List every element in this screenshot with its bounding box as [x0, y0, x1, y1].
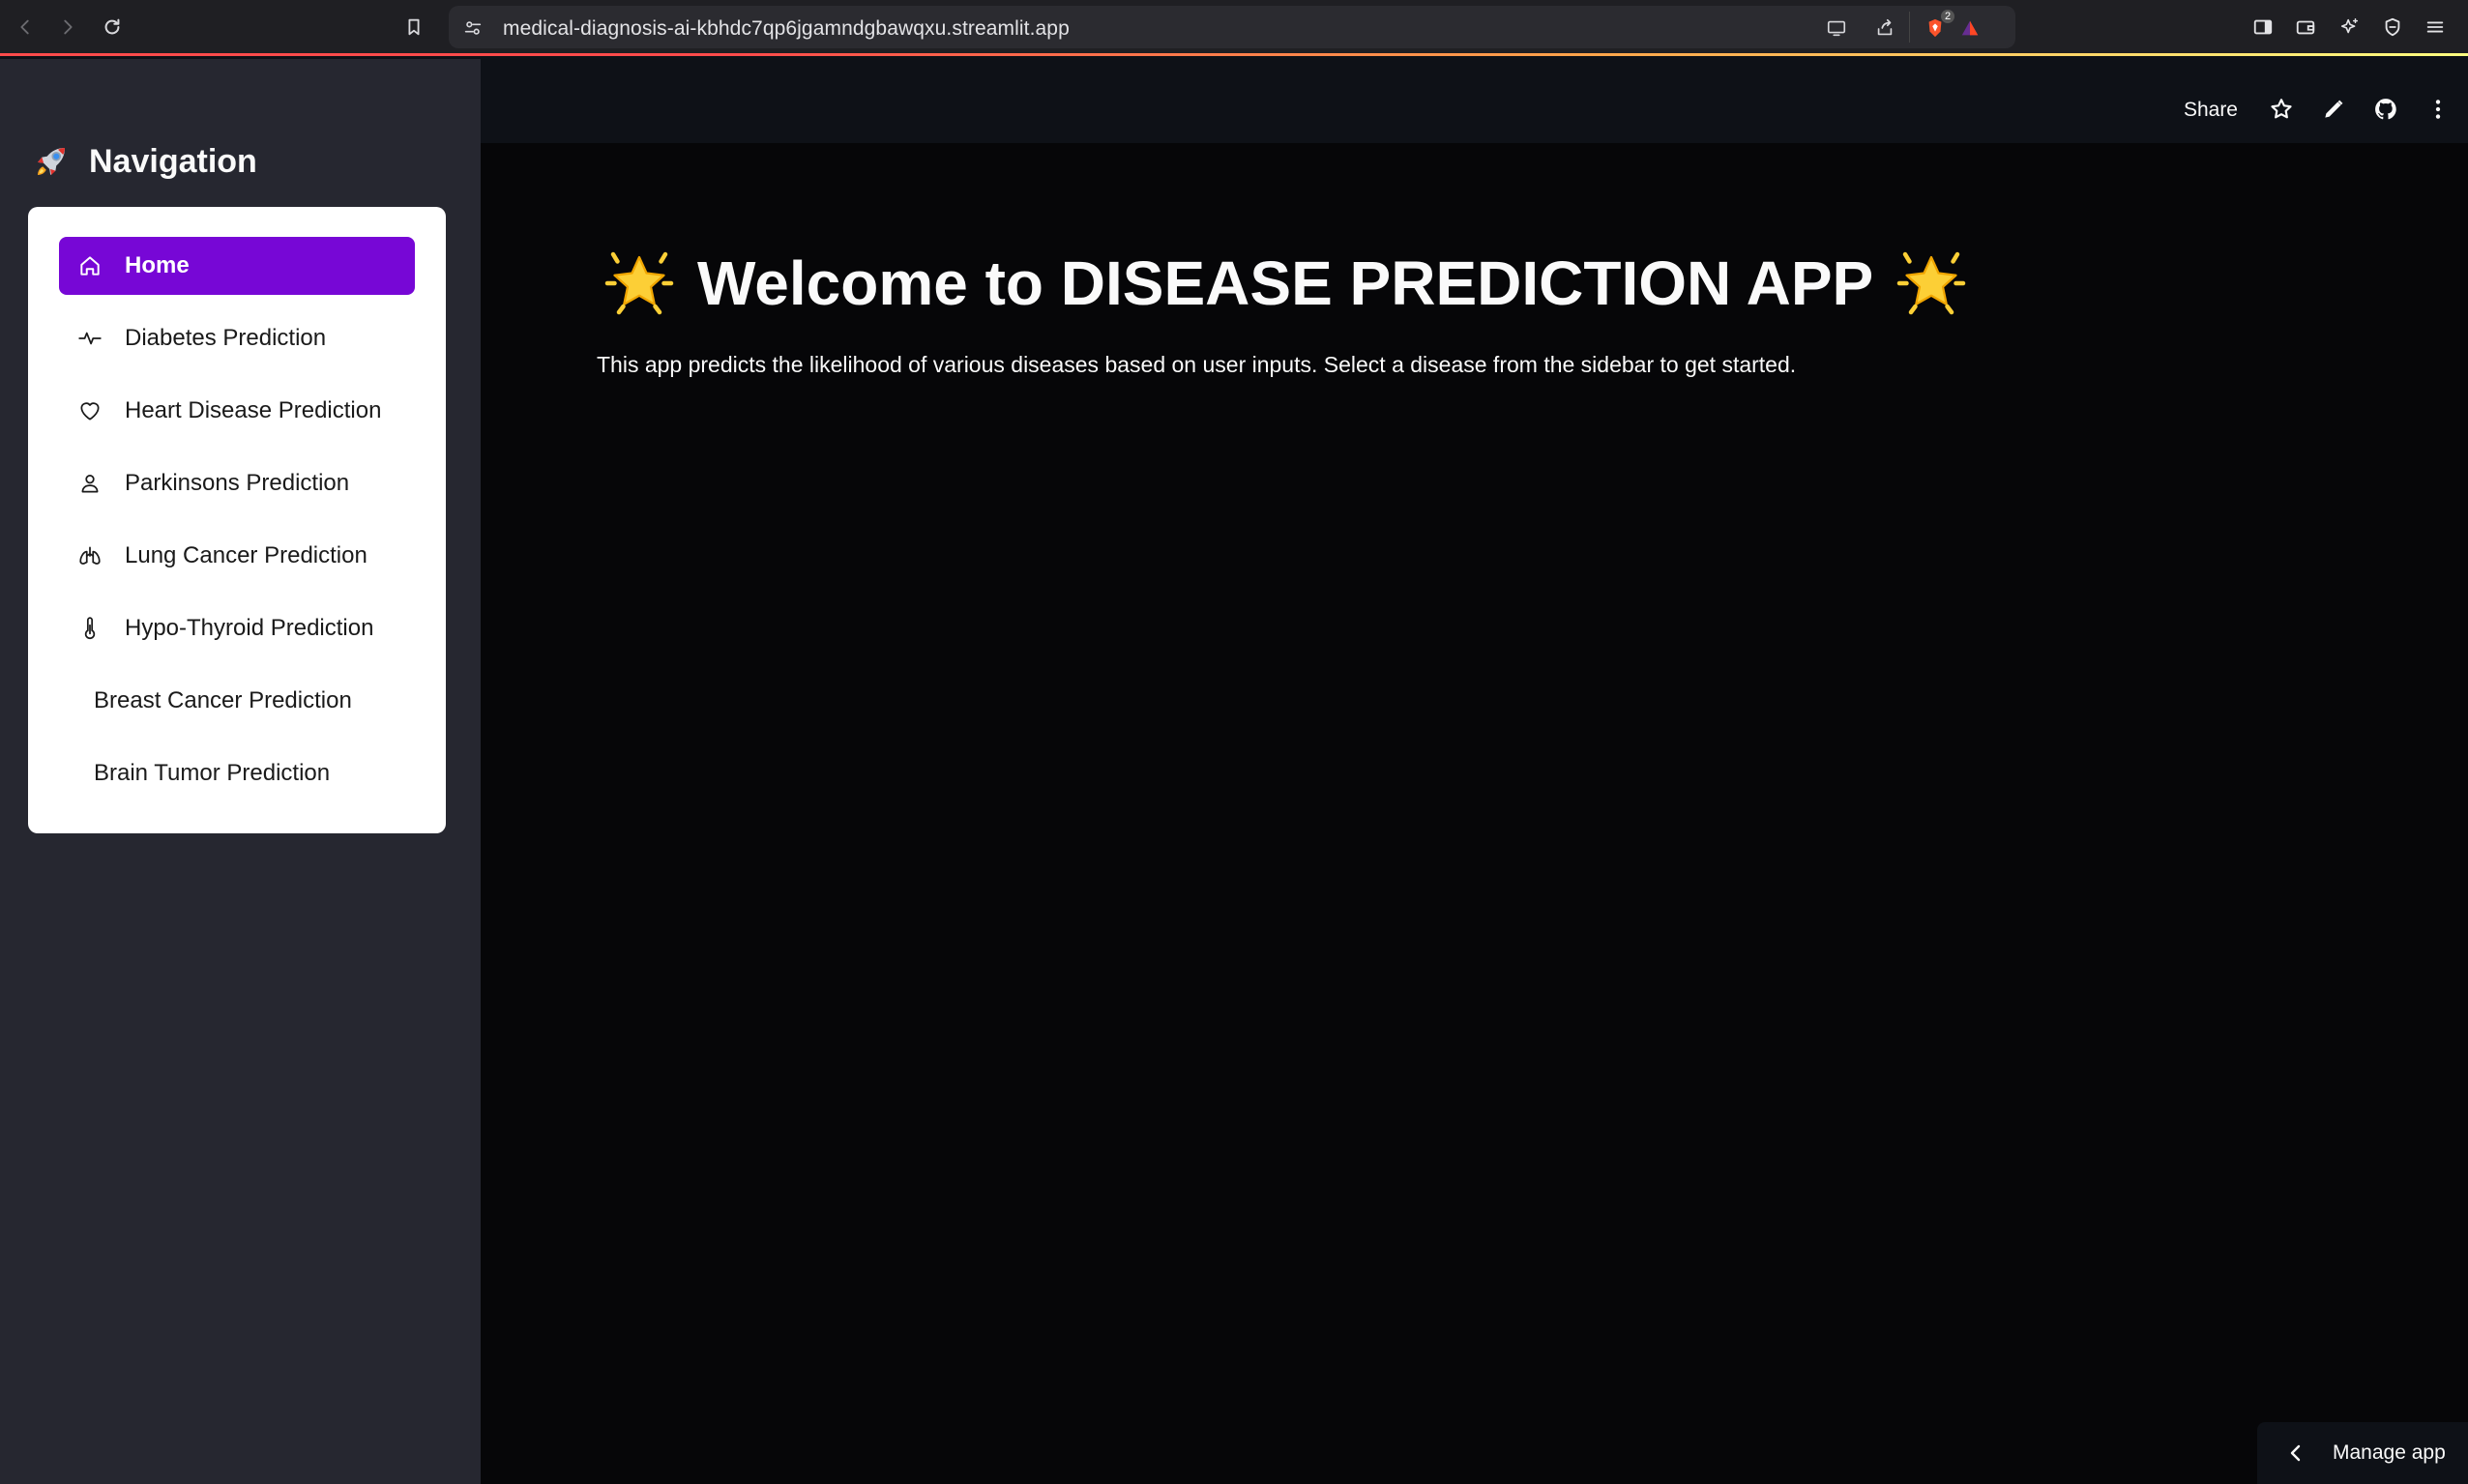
sidebar-item-label: Lung Cancer Prediction	[125, 542, 367, 568]
chevron-left-icon	[2290, 1444, 2301, 1462]
pencil-icon	[2325, 100, 2343, 118]
sidebar-item-diabetes[interactable]: Diabetes Prediction	[59, 309, 415, 367]
heart-icon	[76, 397, 103, 424]
sidebar-panel-icon	[2253, 19, 2273, 35]
sidebar-title: Navigation	[31, 141, 257, 182]
sidebar-item-label: Parkinsons Prediction	[125, 470, 350, 496]
shield-icon	[2385, 17, 2400, 37]
chevron-left-icon	[20, 19, 29, 35]
sidebar-item-hypo-thyroid[interactable]: Hypo-Thyroid Prediction	[59, 599, 415, 657]
sidebar-item-label: Brain Tumor Prediction	[94, 760, 331, 786]
sidebar-item-heart-disease[interactable]: Heart Disease Prediction	[59, 382, 415, 440]
sidebar-item-label: Breast Cancer Prediction	[94, 687, 352, 713]
page-title-text: Welcome to DISEASE PREDICTION APP	[697, 248, 1874, 318]
more-vertical-icon	[2435, 100, 2441, 119]
cast-icon[interactable]	[1824, 15, 1849, 41]
bookmark-button[interactable]	[398, 12, 429, 43]
sidebar-item-label: Home	[125, 252, 190, 278]
main-menu-button[interactable]	[2422, 93, 2454, 126]
favorite-button[interactable]	[2265, 93, 2298, 126]
main-content: Welcome to DISEASE PREDICTION APP This a…	[481, 143, 2468, 1484]
person-icon	[76, 470, 103, 497]
browser-toolbar: medical-diagnosis-ai-kbhdc7qp6jgamndgbaw…	[0, 0, 2468, 56]
thermometer-icon	[76, 615, 103, 642]
address-bar[interactable]: medical-diagnosis-ai-kbhdc7qp6jgamndgbaw…	[449, 6, 2015, 48]
sidebar-toggle-button[interactable]	[2248, 12, 2278, 43]
glowing-star-icon	[604, 251, 674, 315]
nav-menu: Home Diabetes Prediction Heart Disease P…	[28, 207, 446, 833]
github-icon	[2375, 99, 2396, 120]
browser-menu-button[interactable]	[2420, 12, 2451, 43]
wallet-icon	[2296, 20, 2315, 35]
navigation-title-text: Navigation	[89, 142, 257, 180]
sparkle-icon	[2340, 18, 2359, 34]
sidebar-item-label: Hypo-Thyroid Prediction	[125, 615, 374, 641]
share-button[interactable]: Share	[2184, 99, 2238, 122]
bookmark-icon	[408, 18, 420, 36]
intro-text: This app predicts the likelihood of vari…	[597, 352, 1797, 377]
page-title: Welcome to DISEASE PREDICTION APP	[604, 247, 1966, 319]
rocket-icon	[38, 148, 65, 175]
shields-badge: 2	[1941, 10, 1955, 23]
wallet-button[interactable]	[2290, 12, 2321, 43]
sidebar-item-brain-tumor[interactable]: Brain Tumor Prediction	[59, 744, 415, 802]
vpn-button[interactable]	[2377, 12, 2408, 43]
activity-icon	[76, 325, 103, 352]
brave-rewards-icon[interactable]	[1957, 15, 1983, 41]
sidebar-item-label: Diabetes Prediction	[125, 325, 327, 351]
site-settings-icon[interactable]	[460, 15, 485, 41]
edit-button[interactable]	[2317, 93, 2350, 126]
url-divider	[1909, 12, 1910, 43]
manage-app-label: Manage app	[2333, 1441, 2446, 1464]
sidebar-item-breast-cancer[interactable]: Breast Cancer Prediction	[59, 672, 415, 730]
back-button[interactable]	[10, 12, 41, 43]
forward-button[interactable]	[52, 12, 83, 43]
reload-button[interactable]	[97, 12, 128, 43]
share-page-icon[interactable]	[1872, 15, 1897, 41]
chevron-right-icon	[64, 19, 73, 35]
sidebar-item-home[interactable]: Home	[59, 237, 415, 295]
lungs-icon	[76, 542, 103, 569]
home-icon	[76, 252, 103, 279]
manage-app-button[interactable]: Manage app	[2257, 1422, 2468, 1484]
sidebar-item-lung-cancer[interactable]: Lung Cancer Prediction	[59, 527, 415, 585]
star-icon	[2271, 99, 2292, 119]
app-header: Share	[481, 59, 2468, 143]
reload-icon	[104, 18, 120, 35]
glowing-star-icon	[1896, 251, 1966, 315]
sidebar-item-parkinsons[interactable]: Parkinsons Prediction	[59, 454, 415, 512]
sidebar-item-label: Heart Disease Prediction	[125, 397, 382, 423]
github-button[interactable]	[2369, 93, 2402, 126]
leo-ai-button[interactable]	[2335, 12, 2365, 43]
url-text[interactable]: medical-diagnosis-ai-kbhdc7qp6jgamndgbaw…	[503, 17, 1070, 41]
hamburger-icon	[2426, 21, 2444, 33]
